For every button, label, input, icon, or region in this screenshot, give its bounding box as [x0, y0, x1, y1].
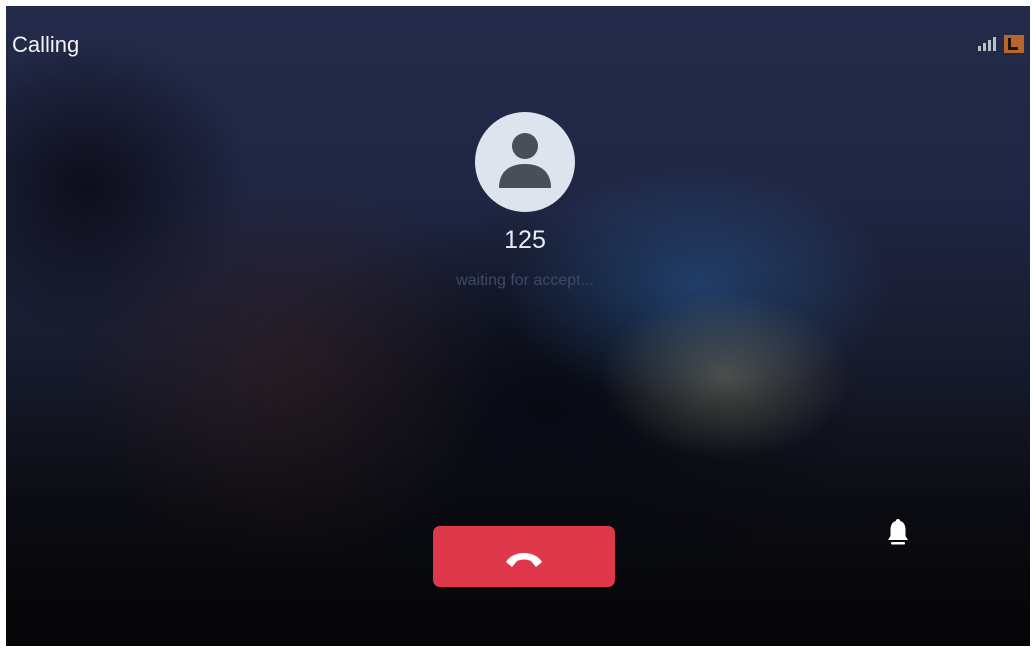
- signal-bars-icon: [978, 37, 996, 51]
- line-status-icon: [1004, 35, 1024, 53]
- person-icon: [499, 133, 551, 188]
- call-status-text: waiting for accept...: [456, 272, 594, 289]
- page-title: Calling: [12, 32, 80, 57]
- hangup-button[interactable]: [433, 526, 615, 587]
- avatar: [475, 112, 575, 212]
- phone-hangup-icon: [506, 553, 542, 567]
- status-bar: [978, 35, 1024, 53]
- bell-icon[interactable]: [886, 516, 910, 548]
- caller-number: 125: [504, 226, 546, 254]
- call-screen: Calling 125 waiting for accept...: [6, 6, 1030, 646]
